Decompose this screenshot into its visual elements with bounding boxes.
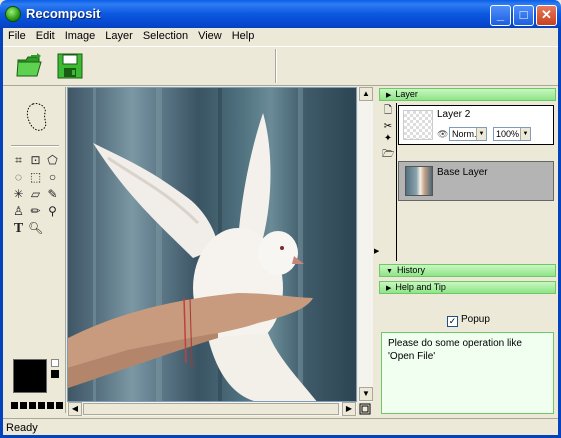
maximize-button[interactable]: □ — [513, 5, 534, 26]
scroll-right-arrow-icon[interactable]: ▶ — [342, 402, 356, 416]
menu-help[interactable]: Help — [227, 28, 260, 42]
scroll-down-arrow-icon[interactable]: ▼ — [359, 387, 373, 401]
menu-file[interactable]: File — [3, 28, 31, 42]
delete-layer-icon[interactable]: ✂ — [382, 121, 394, 133]
navigator-corner-icon[interactable] — [357, 402, 373, 416]
rect-crop-tool-icon[interactable]: ⊡ — [28, 153, 43, 168]
layer-thumbnail — [403, 110, 433, 140]
layer-row-layer-2[interactable]: Layer 2 👁︎ Norm. ▼ 100% ▼ — [398, 105, 554, 145]
status-text: Ready — [6, 422, 38, 434]
lasso-tool-icon[interactable]: ◌ — [11, 170, 26, 185]
magic-wand-tool-icon[interactable]: ✳ — [11, 187, 26, 202]
move-layer-icon[interactable]: ✦ — [382, 133, 394, 145]
default-colors-icon[interactable] — [51, 370, 59, 378]
collapse-triangle-icon: ▼ — [386, 268, 393, 275]
rect-select-tool-icon[interactable]: ⬚ — [28, 170, 43, 185]
toolbar-separator — [275, 49, 277, 83]
stamp-tool-icon[interactable]: ♙ — [11, 204, 26, 219]
menu-layer[interactable]: Layer — [100, 28, 138, 42]
open-layer-icon[interactable]: 🗁︎ — [382, 149, 394, 161]
status-bar: Ready — [3, 418, 558, 435]
help-panel: ✓ Popup Please do some operation like 'Op… — [379, 306, 556, 414]
help-panel-header[interactable]: ▶ Help and Tip — [379, 281, 556, 294]
scroll-left-arrow-icon[interactable]: ◀ — [68, 402, 82, 416]
brush-tool-icon[interactable]: ✎ — [45, 187, 60, 202]
layer-name: Base Layer — [437, 167, 488, 178]
right-panels: ▶ Layer 🗋︎ ✂ ✦ 🗁︎ Layer 2 👁︎ Norm. ▼ 100%… — [379, 87, 558, 414]
pencil-tool-icon[interactable]: ✏ — [28, 204, 43, 219]
open-folder-icon[interactable] — [15, 52, 45, 80]
toolbar — [3, 46, 558, 86]
tool-separator — [11, 145, 59, 147]
layer-name: Layer 2 — [437, 109, 471, 120]
foreground-color-swatch[interactable] — [13, 359, 47, 393]
horizontal-scroll-thumb[interactable] — [83, 403, 339, 415]
text-tool-icon[interactable]: T — [11, 221, 26, 236]
chevron-down-icon: ▼ — [520, 128, 530, 140]
tool-palette: ⌗ ⊡ ⬠ ◌ ⬚ ○ ✳ ▱ ✎ ♙ ✏ ⚲ T 🔍︎ — [3, 87, 66, 413]
blend-mode-select[interactable]: Norm. ▼ — [449, 127, 487, 141]
background-color-swatch[interactable] — [51, 359, 59, 367]
menu-bar: File Edit Image Layer Selection View Help — [3, 28, 558, 46]
minimize-button[interactable]: _ — [490, 5, 511, 26]
chevron-down-icon: ▼ — [476, 128, 486, 140]
image-canvas[interactable] — [67, 87, 357, 402]
vertical-scrollbar[interactable]: ▲ ▼ — [357, 87, 373, 402]
help-tip-text: Please do some operation like 'Open File… — [381, 332, 554, 414]
opacity-select[interactable]: 100% ▼ — [493, 127, 531, 141]
dove-photo — [68, 88, 317, 401]
eraser-tool-icon[interactable]: ▱ — [28, 187, 43, 202]
layer-panel: 🗋︎ ✂ ✦ 🗁︎ Layer 2 👁︎ Norm. ▼ 100% ▼ Base… — [379, 103, 556, 261]
polygon-select-tool-icon[interactable]: ⬠ — [45, 153, 60, 168]
expand-triangle-icon: ▶ — [386, 92, 392, 99]
lasso-preview-icon — [23, 101, 51, 135]
zoom-tool-icon[interactable]: 🔍︎ — [28, 221, 43, 236]
title-bar: Recomposit _ □ ✕ — [0, 0, 561, 28]
window-title: Recomposit — [26, 6, 101, 21]
popup-checkbox[interactable]: ✓ — [447, 316, 458, 327]
layer-row-base-layer[interactable]: Base Layer — [398, 161, 554, 201]
popup-checkbox-row[interactable]: ✓ Popup — [447, 314, 490, 327]
menu-view[interactable]: View — [193, 28, 227, 42]
close-button[interactable]: ✕ — [536, 5, 557, 26]
menu-edit[interactable]: Edit — [31, 28, 60, 42]
layer-toolstrip: 🗋︎ ✂ ✦ 🗁︎ — [379, 103, 397, 261]
new-layer-icon[interactable]: 🗋︎ — [382, 105, 394, 117]
layer-panel-header[interactable]: ▶ Layer — [379, 88, 556, 101]
save-disk-icon[interactable] — [55, 52, 85, 80]
scroll-up-arrow-icon[interactable]: ▲ — [359, 87, 373, 101]
expand-triangle-icon: ▶ — [386, 285, 392, 292]
color-swatch-row[interactable] — [11, 400, 65, 409]
layer-thumbnail — [405, 166, 433, 196]
history-panel-header[interactable]: ▼ History — [379, 264, 556, 277]
crop-tool-icon[interactable]: ⌗ — [11, 153, 26, 168]
ellipse-select-tool-icon[interactable]: ○ — [45, 170, 60, 185]
app-icon — [5, 6, 21, 22]
eyedropper-tool-icon[interactable]: ⚲ — [45, 204, 60, 219]
menu-image[interactable]: Image — [60, 28, 101, 42]
menu-selection[interactable]: Selection — [138, 28, 193, 42]
visibility-eye-icon[interactable]: 👁︎ — [437, 129, 448, 140]
horizontal-scrollbar[interactable]: ◀ ▶ — [67, 402, 357, 416]
